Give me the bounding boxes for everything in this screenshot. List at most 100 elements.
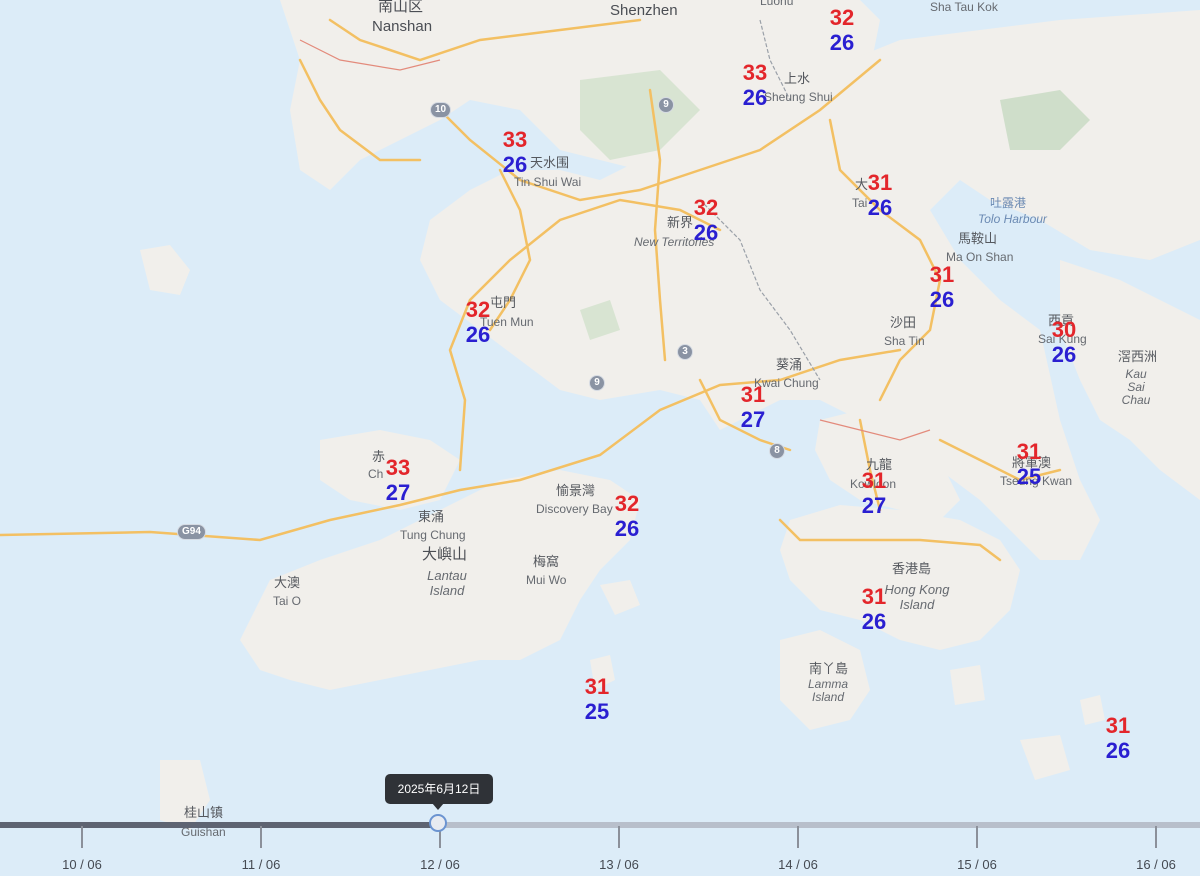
min-temp: 26	[465, 322, 491, 347]
min-temp: 25	[584, 699, 610, 724]
weather-station[interactable]: 32 26	[681, 195, 731, 245]
min-temp: 27	[385, 480, 411, 505]
weather-station[interactable]: 31 26	[917, 262, 967, 312]
min-temp: 26	[829, 30, 855, 55]
weather-station[interactable]: 33 27	[373, 455, 423, 505]
max-temp: 31	[1105, 713, 1131, 738]
min-temp: 26	[502, 152, 528, 177]
max-temp: 32	[614, 491, 640, 516]
timeline-handle[interactable]	[429, 814, 447, 832]
weather-station[interactable]: 31 26	[1093, 713, 1143, 763]
place-lamma: Lamma Island	[807, 677, 848, 704]
timeline-date-label[interactable]: 15 / 06	[937, 857, 1017, 872]
route-shield: G94	[177, 524, 206, 540]
place-lantau: Lantau Island	[427, 568, 467, 598]
max-temp: 33	[502, 127, 528, 152]
tooltip-arrow	[432, 803, 444, 810]
place-shenzhen: Shenzhen	[610, 2, 678, 19]
place-shataukok: Sha Tau Kok	[930, 0, 998, 14]
route-shield: 9	[589, 375, 605, 391]
min-temp: 26	[929, 287, 955, 312]
place-hkisland-cn: 香港島	[892, 561, 932, 576]
weather-station[interactable]: 31 27	[849, 468, 899, 518]
min-temp: 27	[740, 407, 766, 432]
route-shield: 9	[658, 97, 674, 113]
weather-station[interactable]: 33 26	[490, 127, 540, 177]
weather-station[interactable]: 30 26	[1039, 317, 1089, 367]
min-temp: 26	[861, 609, 887, 634]
place-discovery-cn: 愉景灣	[556, 483, 596, 498]
place-sheungshui-cn: 上水	[784, 71, 811, 86]
max-temp: 32	[465, 297, 491, 322]
route-shield: 8	[769, 443, 785, 459]
timeline-date-label[interactable]: 16 / 06	[1116, 857, 1196, 872]
max-temp: 33	[385, 455, 411, 480]
place-lantau-cn: 大嶼山	[422, 546, 468, 563]
min-temp: 26	[867, 195, 893, 220]
max-temp: 31	[1016, 439, 1042, 464]
weather-station[interactable]: 32 26	[817, 5, 867, 55]
place-tungchung-cn: 東涌	[418, 509, 445, 524]
max-temp: 32	[693, 195, 719, 220]
place-kausai: Kau Sai Chau	[1121, 367, 1151, 407]
max-temp: 31	[929, 262, 955, 287]
weather-station[interactable]: 31 26	[855, 170, 905, 220]
place-taio: Tai O	[273, 594, 302, 608]
timeline-slider[interactable]: 10 / 06 11 / 06 12 / 06 13 / 06 14 / 06 …	[0, 810, 1200, 876]
weather-station[interactable]: 32 26	[602, 491, 652, 541]
place-kausai-cn: 滘西洲	[1118, 349, 1158, 364]
place-tolo: Tolo Harbour	[978, 212, 1047, 226]
weather-station[interactable]: 31 25	[1004, 439, 1054, 489]
route-shield: 10	[430, 102, 452, 118]
place-luohu: Luohu	[760, 0, 794, 8]
weather-station[interactable]: 31 26	[849, 584, 899, 634]
max-temp: 31	[740, 382, 766, 407]
timeline-date-label[interactable]: 14 / 06	[758, 857, 838, 872]
weather-station[interactable]: 31 25	[572, 674, 622, 724]
place-muiwo-cn: 梅窩	[533, 554, 560, 569]
place-muiwo: Mui Wo	[526, 573, 567, 587]
max-temp: 31	[861, 584, 887, 609]
place-kwaichung-cn: 葵涌	[776, 357, 803, 372]
weather-station[interactable]: 32 26	[453, 297, 503, 347]
map-canvas[interactable]: 南山区 Nanshan Shenzhen Luohu Sha Tau Kok 上…	[0, 0, 1200, 876]
weather-station[interactable]: 31 27	[728, 382, 778, 432]
timeline-tick	[81, 826, 83, 848]
max-temp: 31	[861, 468, 887, 493]
route-shield: 3	[677, 344, 693, 360]
place-nanshan: Nanshan	[372, 18, 433, 35]
weather-station[interactable]: 33 26	[730, 60, 780, 110]
max-temp: 32	[829, 5, 855, 30]
min-temp: 26	[614, 516, 640, 541]
timeline-date-label[interactable]: 11 / 06	[221, 857, 301, 872]
timeline-tick	[1155, 826, 1157, 848]
min-temp: 27	[861, 493, 887, 518]
place-lamma-cn: 南丫島	[809, 661, 849, 676]
max-temp: 30	[1051, 317, 1077, 342]
place-taio-cn: 大澳	[274, 575, 301, 590]
max-temp: 33	[742, 60, 768, 85]
min-temp: 26	[1105, 738, 1131, 763]
timeline-tick	[797, 826, 799, 848]
min-temp: 26	[742, 85, 768, 110]
timeline-date-label[interactable]: 12 / 06	[400, 857, 480, 872]
timeline-track-elapsed[interactable]	[0, 822, 440, 828]
place-nanshan-cn: 南山区	[378, 0, 424, 15]
timeline-track-remaining[interactable]	[440, 822, 1200, 828]
place-tolo-cn: 吐露港	[990, 196, 1027, 210]
timeline-tick	[976, 826, 978, 848]
max-temp: 31	[867, 170, 893, 195]
map-base	[0, 0, 1200, 876]
max-temp: 31	[584, 674, 610, 699]
timeline-date-label[interactable]: 10 / 06	[42, 857, 122, 872]
min-temp: 26	[693, 220, 719, 245]
place-shatin-cn: 沙田	[890, 315, 917, 330]
date-tooltip: 2025年6月12日	[385, 774, 493, 804]
min-temp: 25	[1016, 464, 1042, 489]
timeline-date-label[interactable]: 13 / 06	[579, 857, 659, 872]
min-temp: 26	[1051, 342, 1077, 367]
timeline-tick	[618, 826, 620, 848]
place-maonshan-cn: 馬鞍山	[958, 231, 998, 246]
place-tungchung: Tung Chung	[400, 528, 466, 542]
timeline-tick	[260, 826, 262, 848]
